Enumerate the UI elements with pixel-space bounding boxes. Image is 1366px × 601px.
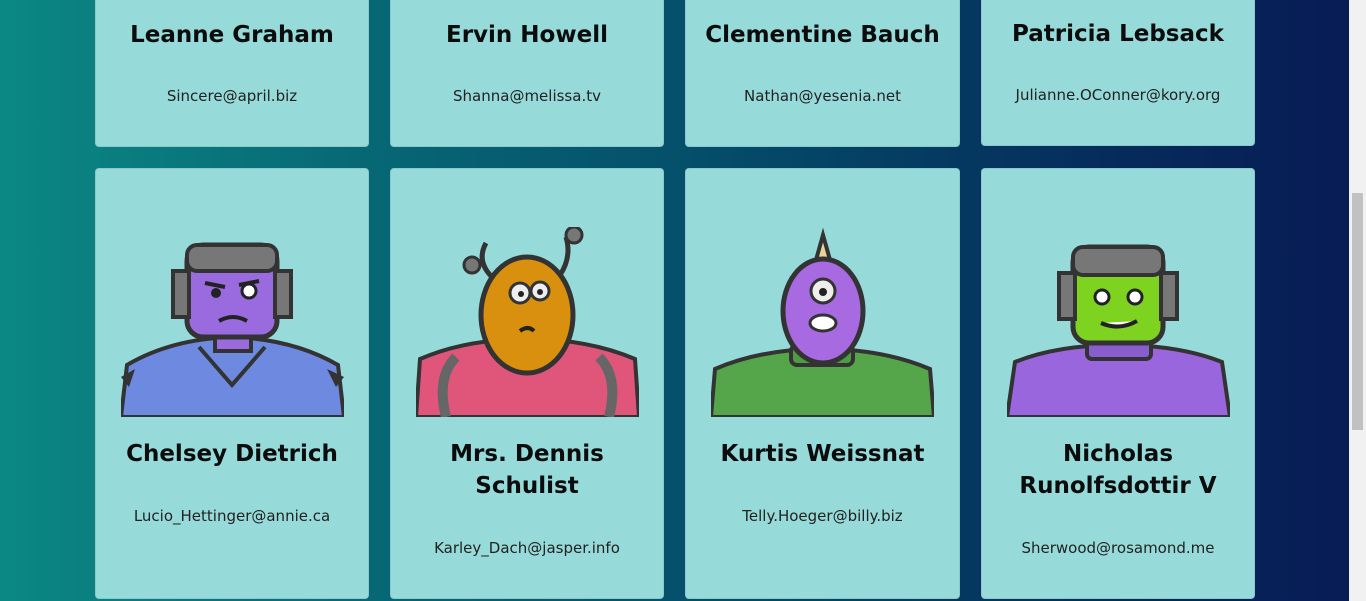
card-name: Ervin Howell xyxy=(446,22,608,48)
robot-card: Mrs. Dennis Schulist Karley_Dach@jasper.… xyxy=(390,168,664,599)
orange-alien-robot-avatar xyxy=(416,227,639,417)
card-email: Telly.Hoeger@billy.biz xyxy=(742,507,903,525)
card-name: Patricia Lebsack xyxy=(1012,21,1224,47)
card-name: Chelsey Dietrich xyxy=(126,441,338,467)
card-name: Mrs. Dennis Schulist xyxy=(450,441,604,499)
robot-card: Nicholas Runolfsdottir V Sherwood@rosamo… xyxy=(981,168,1255,599)
card-email: Nathan@yesenia.net xyxy=(744,87,901,105)
green-robot-avatar xyxy=(1007,244,1230,417)
robot-card: Ervin Howell Shanna@melissa.tv xyxy=(390,0,664,147)
page-scrollbar[interactable] xyxy=(1349,0,1366,601)
robot-card: Leanne Graham Sincere@april.biz xyxy=(95,0,369,147)
scrollbar-thumb[interactable] xyxy=(1352,193,1363,430)
card-email: Shanna@melissa.tv xyxy=(453,87,601,105)
card-name: Nicholas Runolfsdottir V xyxy=(1019,441,1217,499)
purple-robot-avatar xyxy=(121,242,344,417)
card-name: Kurtis Weissnat xyxy=(720,441,925,467)
card-email: Julianne.OConner@kory.org xyxy=(1015,86,1221,104)
robot-card: Chelsey Dietrich Lucio_Hettinger@annie.c… xyxy=(95,168,369,599)
card-email: Sherwood@rosamond.me xyxy=(1021,539,1215,557)
card-email: Lucio_Hettinger@annie.ca xyxy=(133,507,331,525)
card-name: Clementine Bauch xyxy=(705,22,940,48)
card-email: Karley_Dach@jasper.info xyxy=(434,539,620,557)
purple-cyclops-avatar xyxy=(711,227,934,417)
card-name: Leanne Graham xyxy=(130,22,334,48)
card-email: Sincere@april.biz xyxy=(166,87,298,105)
robot-card: Patricia Lebsack Julianne.OConner@kory.o… xyxy=(981,0,1255,146)
robot-card: Kurtis Weissnat Telly.Hoeger@billy.biz xyxy=(685,168,960,599)
robot-card: Clementine Bauch Nathan@yesenia.net xyxy=(685,0,960,147)
